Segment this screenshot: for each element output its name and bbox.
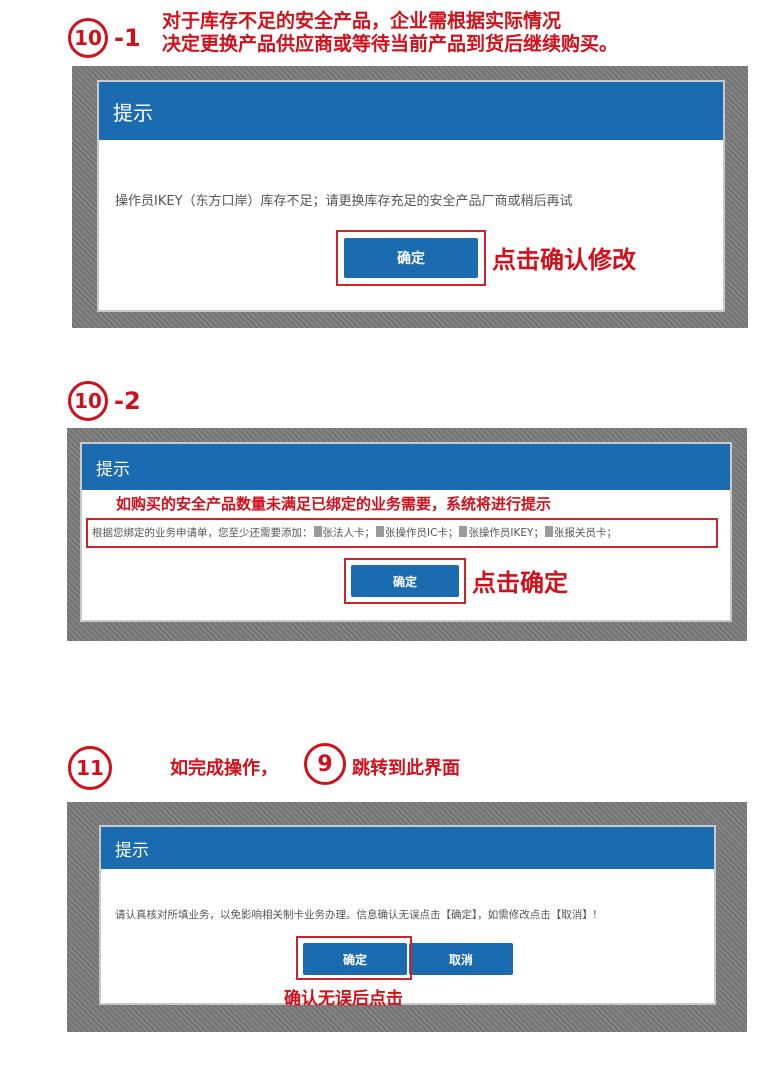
redacted-count [459,526,468,537]
dialog-header: 提示 [99,82,723,140]
redacted-count [313,526,322,537]
callout-click-confirm-modify: 点击确认修改 [492,246,636,274]
step-text-after: 跳转到此界面 [352,758,460,779]
step-text-before: 如完成操作， [170,758,278,779]
step-number: 11 [76,756,104,780]
notice-text: 如购买的安全产品数量未满足已绑定的业务需要，系统将进行提示 [116,495,552,513]
redacted-count [376,526,384,537]
message-item-customs-card: 张报关员卡； [553,527,617,539]
step-10-badge: 10 [68,18,108,58]
dialog-title: 提示 [96,459,130,480]
message-item-legal-card: 张法人卡； [322,527,376,539]
step-number: 10 [74,26,102,50]
dialog-message: 请认真核对所填业务，以免影响相关制卡业务办理。信息确认无误点击【确定】，如需修改… [115,909,597,921]
callout-click-confirm: 点击确定 [472,569,568,597]
message-item-operator-ic: 张操作员IC卡； [385,527,459,539]
confirm-highlight-3 [296,936,412,980]
step-11-badge: 11 [68,746,112,790]
dialog-message: 根据您绑定的业务申请单，您至少还需要添加： 张法人卡； 张操作员IC卡； 张操作员IK… [92,525,617,540]
instruction-line-2: 决定更换产品供应商或等待当前产品到货后继续购买。 [162,33,619,55]
instruction-line-1: 对于库存不足的安全产品，企业需根据实际情况 [162,10,562,32]
redacted-count [544,526,553,537]
confirm-button[interactable]: 确定 [351,565,459,597]
step-suffix: -1 [114,24,141,52]
step-number: 9 [317,751,333,777]
dialog-title: 提示 [113,100,153,125]
step-9-reference-badge: 9 [304,743,346,785]
message-prefix: 根据您绑定的业务申请单，您至少还需要添加： [92,527,313,539]
dialog-header: 提示 [82,444,730,490]
step-10-badge: 10 [68,381,108,421]
callout-confirm-then-click: 确认无误后点击 [284,989,403,1009]
step-number: 10 [74,389,102,413]
confirm-button[interactable]: 确定 [344,238,478,278]
message-item-operator-ikey: 张操作员IKEY； [468,527,544,539]
step-suffix: -2 [114,387,141,415]
dialog-header: 提示 [101,827,714,869]
dialog-message: 操作员IKEY（东方口岸）库存不足；请更换库存充足的安全产品厂商或稍后再试 [115,194,573,209]
dialog-title: 提示 [115,840,149,861]
cancel-button[interactable]: 取消 [409,943,513,975]
